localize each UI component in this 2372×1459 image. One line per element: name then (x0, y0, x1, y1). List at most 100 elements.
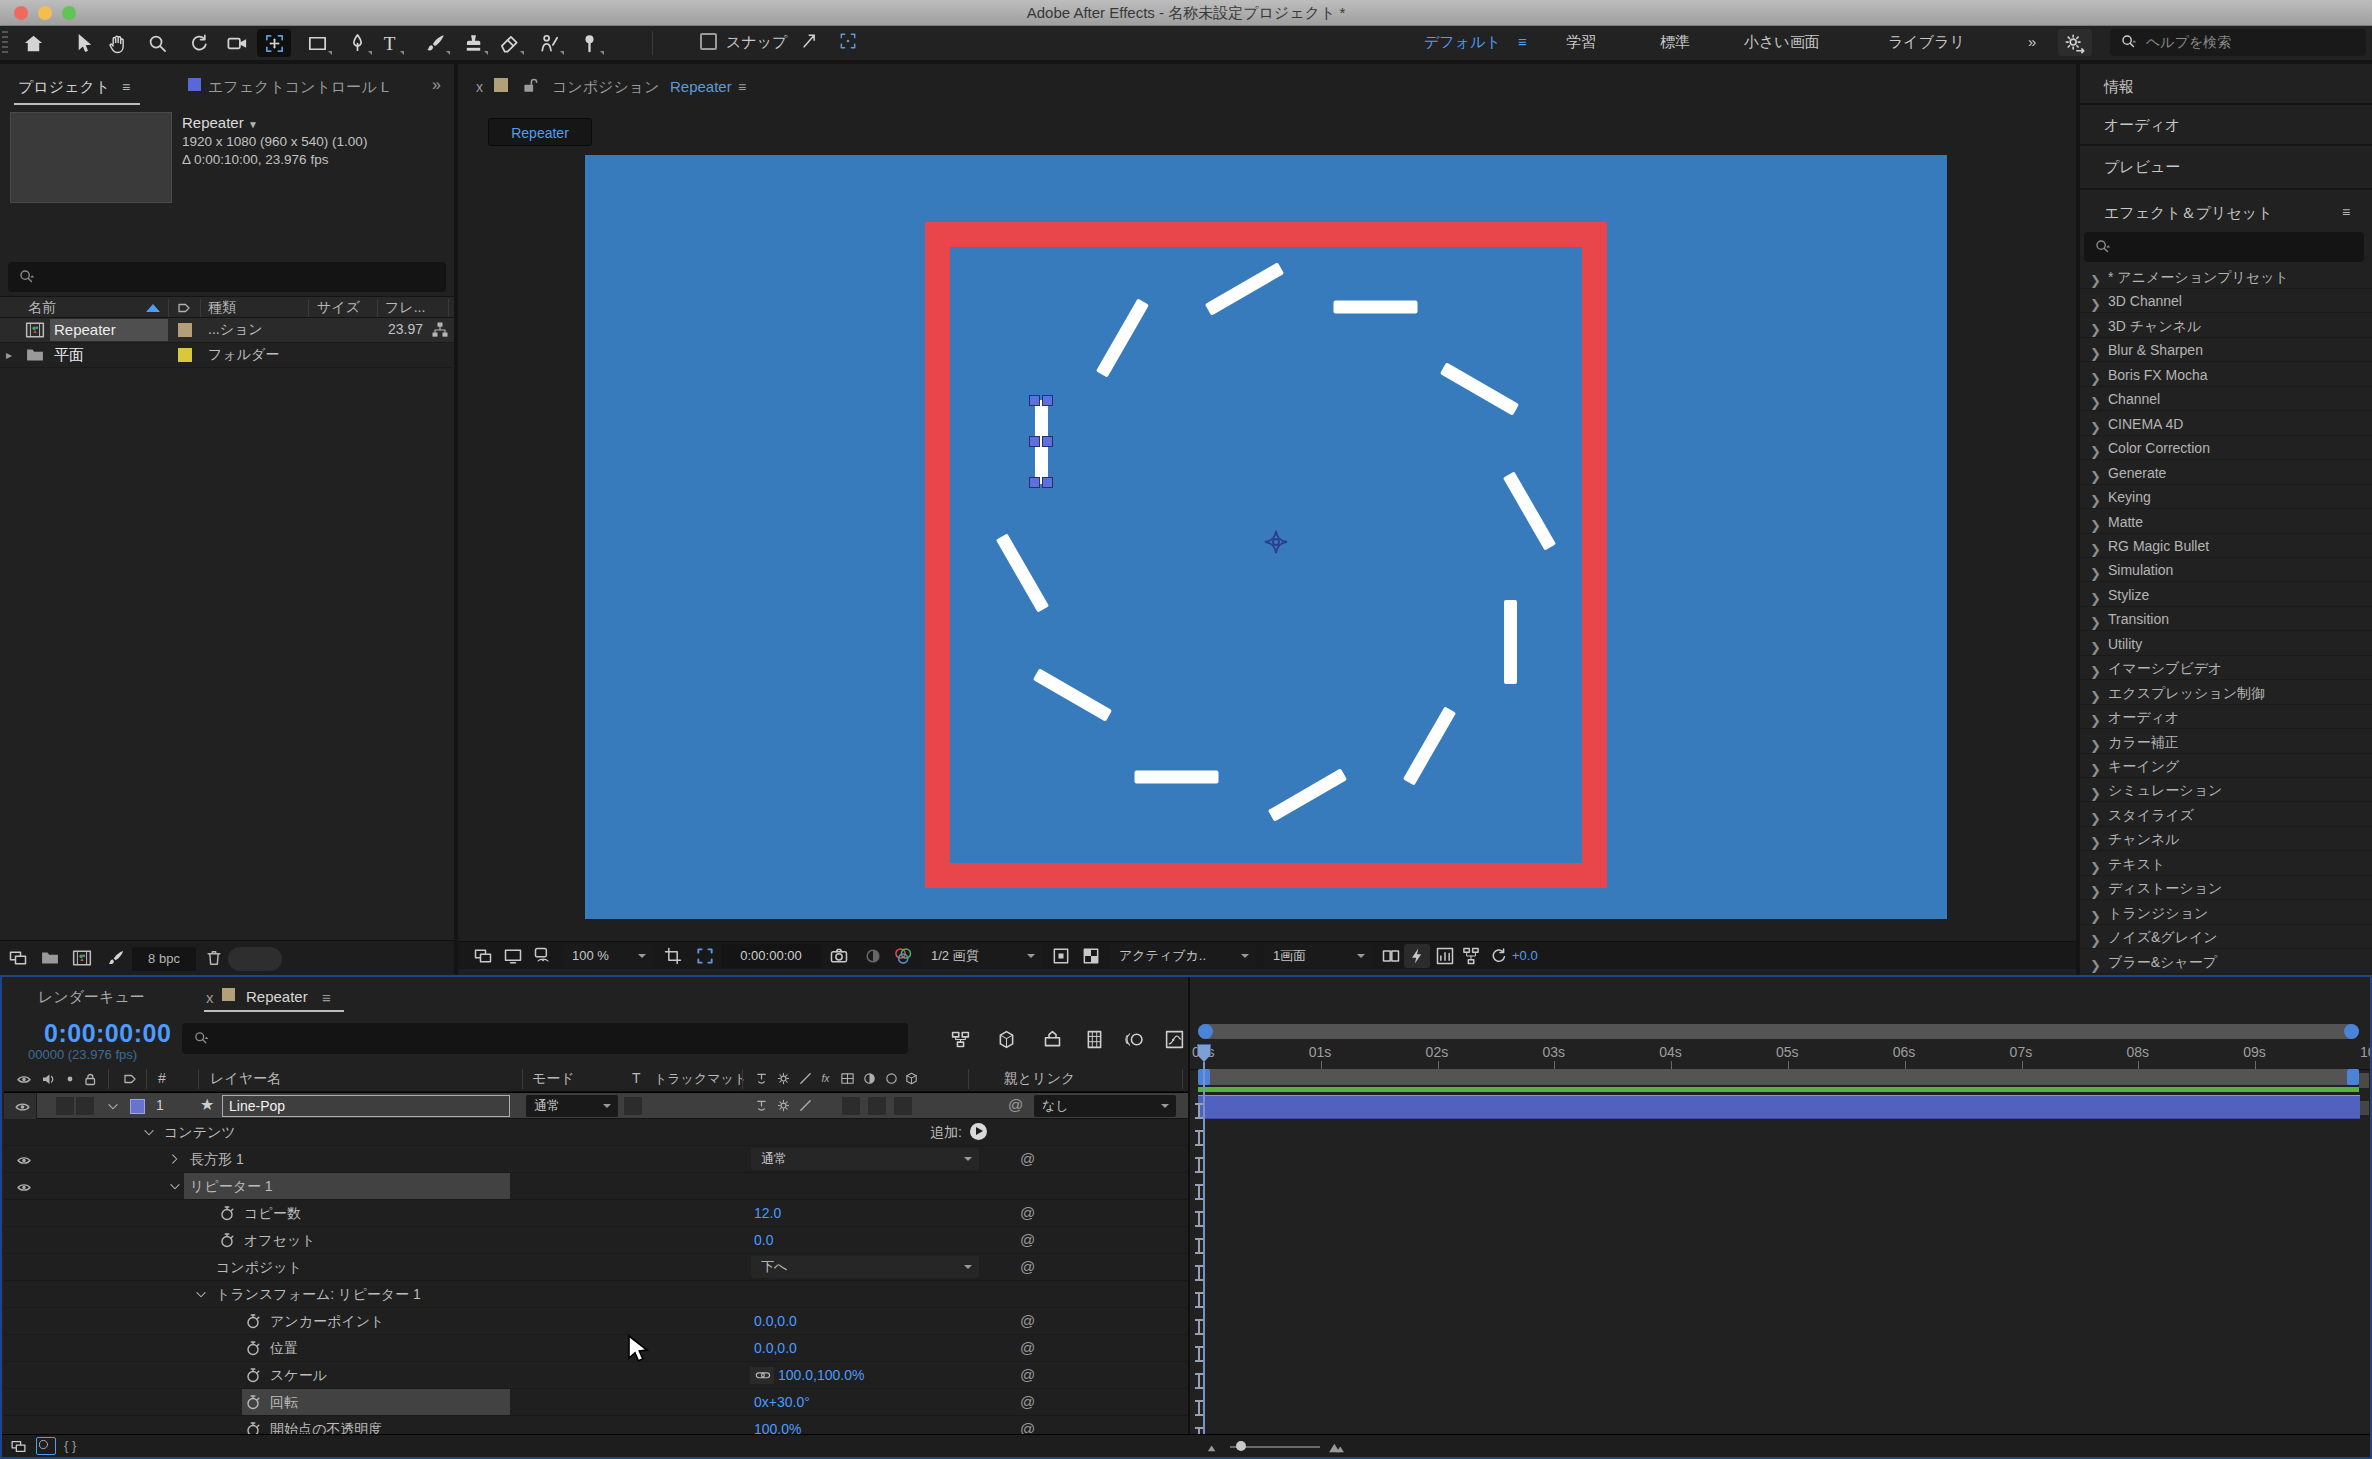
snapshot-icon[interactable] (826, 944, 852, 968)
frame-blend-icon[interactable] (1084, 1029, 1105, 1050)
layer-solo-toggle[interactable] (76, 1097, 94, 1115)
comp-tab-close-icon[interactable]: x (476, 79, 483, 95)
audio-column-icon[interactable] (40, 1071, 56, 1087)
stopwatch-icon[interactable] (245, 1340, 261, 1356)
comp-button[interactable] (2360, 1101, 2369, 1115)
effects-category[interactable]: ❯シミュレーション (2080, 778, 2372, 802)
reset-exposure-icon[interactable] (1486, 944, 1512, 968)
timeline-search-field[interactable] (182, 1023, 908, 1054)
property-dropdown[interactable]: 下へ (751, 1256, 979, 1278)
tab-project[interactable]: プロジェクト (18, 78, 110, 97)
property-row-1[interactable]: コンテンツ追加: (4, 1119, 1188, 1146)
comp-mini-flowchart-icon[interactable] (950, 1029, 971, 1050)
panel-preview[interactable]: プレビュー (2104, 158, 2180, 177)
expand-layers-icon[interactable] (10, 1438, 27, 1455)
property-value[interactable]: 0.0,0.0 (754, 1313, 797, 1329)
shy-column-icon[interactable] (754, 1071, 769, 1086)
property-label[interactable]: リピーター 1 (190, 1178, 273, 1196)
property-label[interactable]: 位置 (270, 1340, 298, 1358)
composition-3d-icon[interactable] (996, 1029, 1017, 1050)
eye-column-icon[interactable] (16, 1071, 32, 1087)
property-label[interactable]: コピー数 (244, 1205, 301, 1223)
property-row-6[interactable]: コンポジット下へ@ (4, 1254, 1188, 1281)
motion-blur-icon[interactable] (1124, 1029, 1145, 1050)
brackets-icon[interactable]: { } (64, 1438, 76, 1453)
lock-column-icon[interactable] (82, 1071, 98, 1087)
effects-category[interactable]: ❯テキスト (2080, 852, 2372, 876)
effects-category[interactable]: ❯Matte (2080, 510, 2372, 534)
stamp-tool[interactable] (456, 29, 490, 57)
work-area-end-handle[interactable] (2347, 1069, 2359, 1085)
effects-category[interactable]: ❯Channel (2080, 387, 2372, 411)
view-layout-dropdown[interactable]: 1画面 (1264, 944, 1372, 968)
comp-tab-label[interactable]: コンポジション (552, 78, 659, 97)
bit-depth-button[interactable]: 8 bpc (132, 947, 196, 971)
interpret-footage-icon[interactable] (8, 948, 28, 968)
work-area-bar[interactable] (1198, 1069, 2359, 1085)
effects-category[interactable]: ❯Transition (2080, 607, 2372, 631)
property-value[interactable]: 0x+30.0° (754, 1394, 810, 1410)
show-snapshot-icon[interactable] (860, 944, 886, 968)
property-value[interactable]: 12.0 (754, 1205, 781, 1221)
trash-icon[interactable] (204, 948, 224, 968)
unlock-icon[interactable] (520, 76, 541, 97)
property-label[interactable]: アンカーポイント (270, 1313, 384, 1331)
effects-category[interactable]: ❯Stylize (2080, 583, 2372, 607)
property-row-8[interactable]: アンカーポイント 0.0,0.0 @ (4, 1308, 1188, 1335)
effects-category[interactable]: ❯Generate (2080, 461, 2372, 485)
property-row-3[interactable]: リピーター 1 (4, 1173, 1188, 1200)
comp-panel-menu-icon[interactable]: ≡ (738, 79, 746, 95)
project-item-label-swatch[interactable] (178, 323, 192, 337)
effects-category[interactable]: ❯3D Channel (2080, 289, 2372, 313)
property-row-7[interactable]: トランスフォーム: リピーター 1 (4, 1281, 1188, 1308)
region-of-interest-icon[interactable] (692, 944, 718, 968)
project-search-field[interactable] (8, 262, 446, 292)
workspace-settings-button[interactable] (2058, 29, 2092, 56)
pen-tool[interactable] (340, 29, 374, 57)
comp-time-field[interactable]: 0:00:00:00 (721, 944, 821, 968)
property-pickwhip-icon[interactable]: @ (1020, 1204, 1035, 1221)
property-row-10[interactable]: スケール100.0,100.0%@ (4, 1362, 1188, 1389)
property-value[interactable]: 0.0,0.0 (754, 1340, 797, 1356)
checkerboard-icon[interactable] (1078, 944, 1104, 968)
column-track-matte[interactable]: トラックマット (654, 1070, 747, 1088)
add-shape-button[interactable] (970, 1123, 987, 1140)
composition-viewport[interactable] (585, 155, 1947, 919)
property-label[interactable]: コンテンツ (164, 1124, 236, 1142)
effects-category[interactable]: ❯Boris FX Mocha (2080, 363, 2372, 387)
pan-behind-tool[interactable] (257, 29, 291, 57)
property-pickwhip-icon[interactable]: @ (1020, 1312, 1035, 1329)
workspace-menu-icon[interactable]: ≡ (1518, 33, 1527, 50)
timeline-tab-close-icon[interactable]: x (206, 989, 214, 1006)
mask-visibility-icon[interactable] (530, 944, 556, 968)
property-row-5[interactable]: オフセット0.0@ (4, 1227, 1188, 1254)
camera-view-dropdown[interactable]: アクティブカ.. (1110, 944, 1256, 968)
comp-marker-bin-icon[interactable] (2359, 1073, 2369, 1088)
property-label[interactable]: 回転 (270, 1394, 298, 1412)
type-tool[interactable]: T (372, 29, 406, 57)
column-mode[interactable]: モード (532, 1070, 575, 1088)
zoom-out-mountain-icon[interactable] (1206, 1439, 1221, 1454)
layer-twirl-icon[interactable] (106, 1100, 120, 1114)
crop-region-icon[interactable] (660, 944, 686, 968)
effects-category[interactable]: ❯Simulation (2080, 558, 2372, 582)
workspace-overflow-icon[interactable]: » (2028, 33, 2036, 50)
property-row-9[interactable]: 位置0.0,0.0@ (4, 1335, 1188, 1362)
fx-column-icon[interactable]: fx (818, 1071, 833, 1086)
time-navigator-bar[interactable] (1198, 1024, 2359, 1039)
column-layer-name[interactable]: レイヤー名 (210, 1070, 281, 1088)
column-type[interactable]: 種類 (208, 299, 236, 317)
flowchart-button-icon[interactable] (1458, 944, 1484, 968)
mode-column-icon[interactable] (862, 1071, 877, 1086)
effects-category[interactable]: ❯キーイング (2080, 754, 2372, 778)
effects-category[interactable]: ❯オーディオ (2080, 705, 2372, 729)
workspace-tab-1[interactable]: デフォルト (1424, 33, 1501, 52)
video-preview-icon[interactable] (470, 944, 496, 968)
property-eye-icon[interactable] (16, 1179, 32, 1195)
snap-region-icon[interactable] (838, 31, 858, 51)
hand-tool[interactable] (100, 29, 134, 57)
solo-column-icon[interactable] (62, 1071, 78, 1087)
project-panel-menu-icon[interactable]: ≡ (122, 79, 130, 95)
twirl-right-icon[interactable] (168, 1152, 182, 1166)
label-column-icon[interactable] (176, 300, 192, 316)
